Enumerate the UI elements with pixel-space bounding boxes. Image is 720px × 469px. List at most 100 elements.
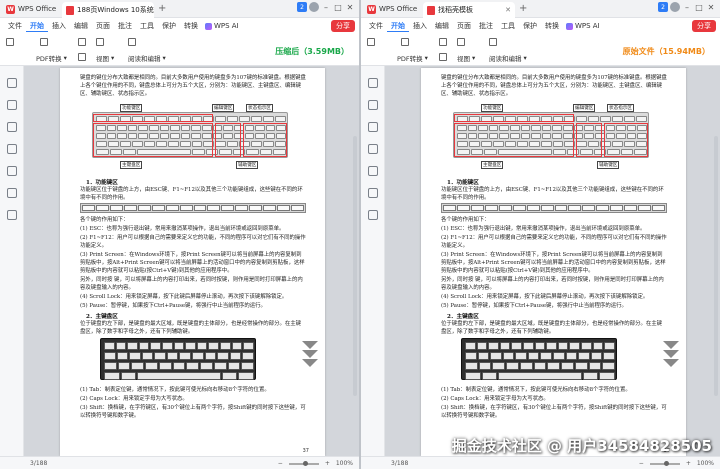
hand-tool[interactable] (439, 53, 447, 61)
zoom-slider[interactable] (649, 460, 680, 466)
thumbnail-icon[interactable] (368, 78, 378, 88)
callout-status-indicator: 状态指示区 (607, 104, 634, 112)
vertical-scrollbar[interactable] (714, 136, 718, 396)
menu-tools[interactable]: 工具 (497, 21, 519, 31)
zoom-slider[interactable] (288, 460, 319, 466)
notification-badge[interactable]: 2 (658, 2, 668, 12)
aux-keys-highlight (243, 123, 287, 157)
menu-comment[interactable]: 批注 (114, 21, 136, 31)
paragraph: 功能键区位于键盘的上方，由ESC键、F1~F12以及其他三个功能键组成，这些键在… (441, 187, 664, 201)
paragraph: (2) Caps Lock：用来锁定字母为大写状态。 (80, 396, 188, 402)
menu-page[interactable]: 页面 (453, 21, 475, 31)
close-window-icon[interactable]: ✕ (706, 3, 716, 12)
app-tab[interactable]: W WPS Office (0, 0, 62, 18)
document-tab[interactable]: 找稻壳模板 ✕ (423, 2, 515, 18)
zoom-out-icon[interactable]: − (639, 460, 644, 467)
share-button[interactable]: 分享 (692, 20, 716, 32)
menu-home[interactable]: 开始 (387, 21, 409, 32)
menu-convert[interactable]: 转换 (180, 21, 202, 31)
read-edit-icon-button[interactable] (128, 38, 136, 46)
bookmark-icon[interactable] (368, 100, 378, 110)
comment-icon[interactable] (7, 122, 17, 132)
menu-file[interactable]: 文件 (365, 21, 387, 31)
attachment-icon[interactable] (7, 166, 17, 176)
avatar[interactable] (309, 2, 319, 12)
zoom-in-icon[interactable]: + (686, 460, 691, 467)
new-tab-button[interactable]: + (158, 3, 166, 14)
view-button[interactable]: 视图 ▾ (457, 53, 475, 63)
select-tool[interactable] (78, 38, 86, 46)
menu-insert[interactable]: 插入 (409, 21, 431, 31)
menu-page[interactable]: 页面 (92, 21, 114, 31)
page-indicator[interactable]: 3/188 (30, 460, 47, 467)
notification-badge[interactable]: 2 (297, 2, 307, 12)
new-tab-button[interactable]: + (519, 3, 527, 14)
thumbnail-icon[interactable] (7, 78, 17, 88)
document-area[interactable]: 键盘的键位分布大致都是相同的。目前大多数用户使用的键盘多为107键的标准键盘。根… (385, 66, 720, 456)
hand-tool[interactable] (78, 53, 86, 61)
zoom-in-icon[interactable]: + (325, 460, 330, 467)
callout-status-indicator: 状态指示区 (246, 104, 273, 112)
zoom-level[interactable]: 100% (697, 460, 714, 467)
share-button[interactable]: 分享 (331, 20, 355, 32)
paragraph: 另外，同时按 键，可以将屏幕上的内容打印出来，若同时按键，则作用是同时打印屏幕上… (80, 277, 303, 291)
close-window-icon[interactable]: ✕ (345, 3, 355, 12)
menu-protect[interactable]: 保护 (519, 21, 541, 31)
menu-insert[interactable]: 插入 (48, 21, 70, 31)
menu-file[interactable]: 文件 (4, 21, 26, 31)
pdf-convert-icon-button[interactable] (401, 38, 409, 46)
app-tab[interactable]: W WPS Office (361, 0, 423, 18)
select-tool[interactable] (439, 38, 447, 46)
paragraph: (4) Scroll Lock：用来锁定屏幕，按下此键后屏幕停止滚动，再次按下该… (80, 294, 288, 300)
menu-convert[interactable]: 转换 (541, 21, 563, 31)
minimize-icon[interactable]: – (321, 3, 331, 12)
search-icon[interactable] (7, 144, 17, 154)
page-indicator[interactable]: 3/188 (391, 460, 408, 467)
menu-home[interactable]: 开始 (26, 21, 48, 32)
callout-function-keys: 功能键区 (481, 104, 504, 112)
view-button[interactable]: 视图 ▾ (96, 53, 114, 63)
pdf-convert-button[interactable]: PDF转换 ▾ (397, 53, 428, 63)
layers-icon[interactable] (7, 210, 17, 220)
menu-edit[interactable]: 编辑 (70, 21, 92, 31)
avatar[interactable] (670, 2, 680, 12)
layers-icon[interactable] (368, 210, 378, 220)
menu-tools[interactable]: 工具 (136, 21, 158, 31)
maximize-icon[interactable]: □ (694, 3, 704, 12)
function-row-image (80, 203, 306, 213)
function-keys-highlight (93, 114, 213, 122)
wps-ai-button[interactable]: WPS AI (563, 22, 603, 30)
pdf-convert-icon-button[interactable] (40, 38, 48, 46)
pdf-convert-button[interactable]: PDF转换 ▾ (36, 53, 67, 63)
bookmark-icon[interactable] (7, 100, 17, 110)
document-tab[interactable]: 188页Windows 10系统使用✕ (62, 2, 154, 18)
read-edit-button[interactable]: 阅读和编辑 ▾ (128, 53, 166, 63)
home-icon (6, 38, 14, 46)
close-tab-icon[interactable]: ✕ (505, 6, 511, 14)
menu-comment[interactable]: 批注 (475, 21, 497, 31)
rotate-tool[interactable] (457, 38, 465, 46)
zoom-level[interactable]: 100% (336, 460, 353, 467)
signature-icon[interactable] (368, 188, 378, 198)
attachment-icon[interactable] (368, 166, 378, 176)
home-tool[interactable] (367, 38, 375, 46)
wps-ai-button[interactable]: WPS AI (202, 22, 242, 30)
menu-edit[interactable]: 编辑 (431, 21, 453, 31)
read-edit-button[interactable]: 阅读和编辑 ▾ (489, 53, 527, 63)
read-edit-icon-button[interactable] (489, 38, 497, 46)
vertical-scrollbar[interactable] (353, 136, 357, 396)
paragraph: 位于键盘的左下部，是键盘的最大区域，既是键盘的主体部分，也是经常操作的部分。在主… (441, 321, 663, 335)
comment-icon[interactable] (368, 122, 378, 132)
zoom-out-icon[interactable]: − (278, 460, 283, 467)
paragraph: 位于键盘的左下部，是键盘的最大区域，既是键盘的主体部分，也是经常操作的部分。在主… (80, 321, 302, 335)
pdf-file-icon (66, 5, 74, 15)
document-area[interactable]: 键盘的键位分布大致都是相同的。目前大多数用户使用的键盘多为107键的标准键盘。根… (24, 66, 359, 456)
search-icon[interactable] (368, 144, 378, 154)
minimize-icon[interactable]: – (682, 3, 692, 12)
rotate-tool[interactable] (96, 38, 104, 46)
maximize-icon[interactable]: □ (333, 3, 343, 12)
signature-icon[interactable] (7, 188, 17, 198)
menu-protect[interactable]: 保护 (158, 21, 180, 31)
home-tool[interactable] (6, 38, 14, 46)
hand-icon (439, 53, 447, 61)
